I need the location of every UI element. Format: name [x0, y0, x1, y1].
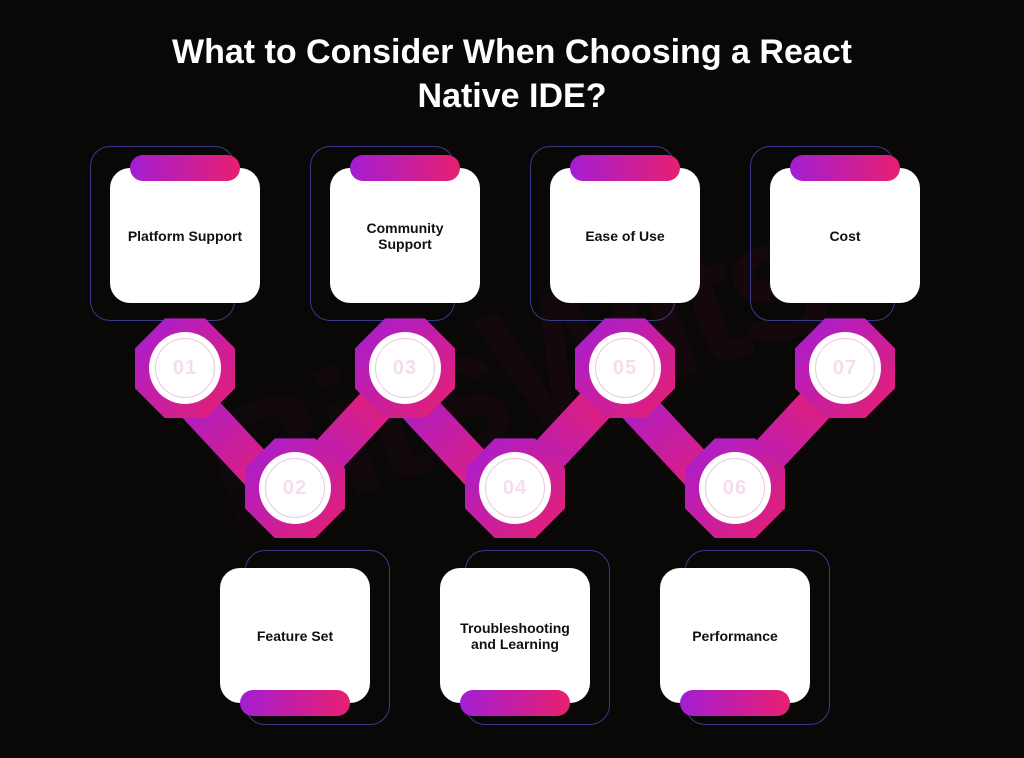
badge-ring	[155, 338, 215, 398]
card-pill	[350, 155, 460, 181]
page-title: What to Consider When Choosing a React N…	[0, 0, 1024, 138]
card-feature-set: Feature Set	[220, 568, 370, 703]
zigzag-diagram: Platform Support Community Support Ease …	[0, 138, 1024, 758]
badge-circle: 03	[369, 332, 441, 404]
card-cost: Cost	[770, 168, 920, 303]
badge-06: 06	[685, 438, 785, 538]
card-label: Platform Support	[128, 228, 242, 244]
card-label: Feature Set	[257, 628, 333, 644]
card-troubleshooting: Troubleshooting and Learning	[440, 568, 590, 703]
card-label: Community Support	[340, 220, 470, 252]
diagram-container: What to Consider When Choosing a React N…	[0, 0, 1024, 758]
badge-02: 02	[245, 438, 345, 538]
badge-circle: 06	[699, 452, 771, 524]
badge-ring	[265, 458, 325, 518]
badge-circle: 02	[259, 452, 331, 524]
badge-ring	[485, 458, 545, 518]
card-pill	[130, 155, 240, 181]
badge-04: 04	[465, 438, 565, 538]
card-label: Ease of Use	[585, 228, 664, 244]
card-label: Troubleshooting and Learning	[450, 620, 580, 652]
card-community-support: Community Support	[330, 168, 480, 303]
badge-circle: 04	[479, 452, 551, 524]
card-platform-support: Platform Support	[110, 168, 260, 303]
card-label: Performance	[692, 628, 778, 644]
card-ease-of-use: Ease of Use	[550, 168, 700, 303]
badge-03: 03	[355, 318, 455, 418]
badge-ring	[705, 458, 765, 518]
badge-ring	[595, 338, 655, 398]
badge-circle: 07	[809, 332, 881, 404]
card-pill	[240, 690, 350, 716]
badge-circle: 05	[589, 332, 661, 404]
badge-circle: 01	[149, 332, 221, 404]
card-pill	[790, 155, 900, 181]
badge-01: 01	[135, 318, 235, 418]
card-performance: Performance	[660, 568, 810, 703]
card-label: Cost	[829, 228, 860, 244]
badge-07: 07	[795, 318, 895, 418]
card-pill	[460, 690, 570, 716]
badge-ring	[375, 338, 435, 398]
card-pill	[680, 690, 790, 716]
badge-05: 05	[575, 318, 675, 418]
badge-ring	[815, 338, 875, 398]
card-pill	[570, 155, 680, 181]
